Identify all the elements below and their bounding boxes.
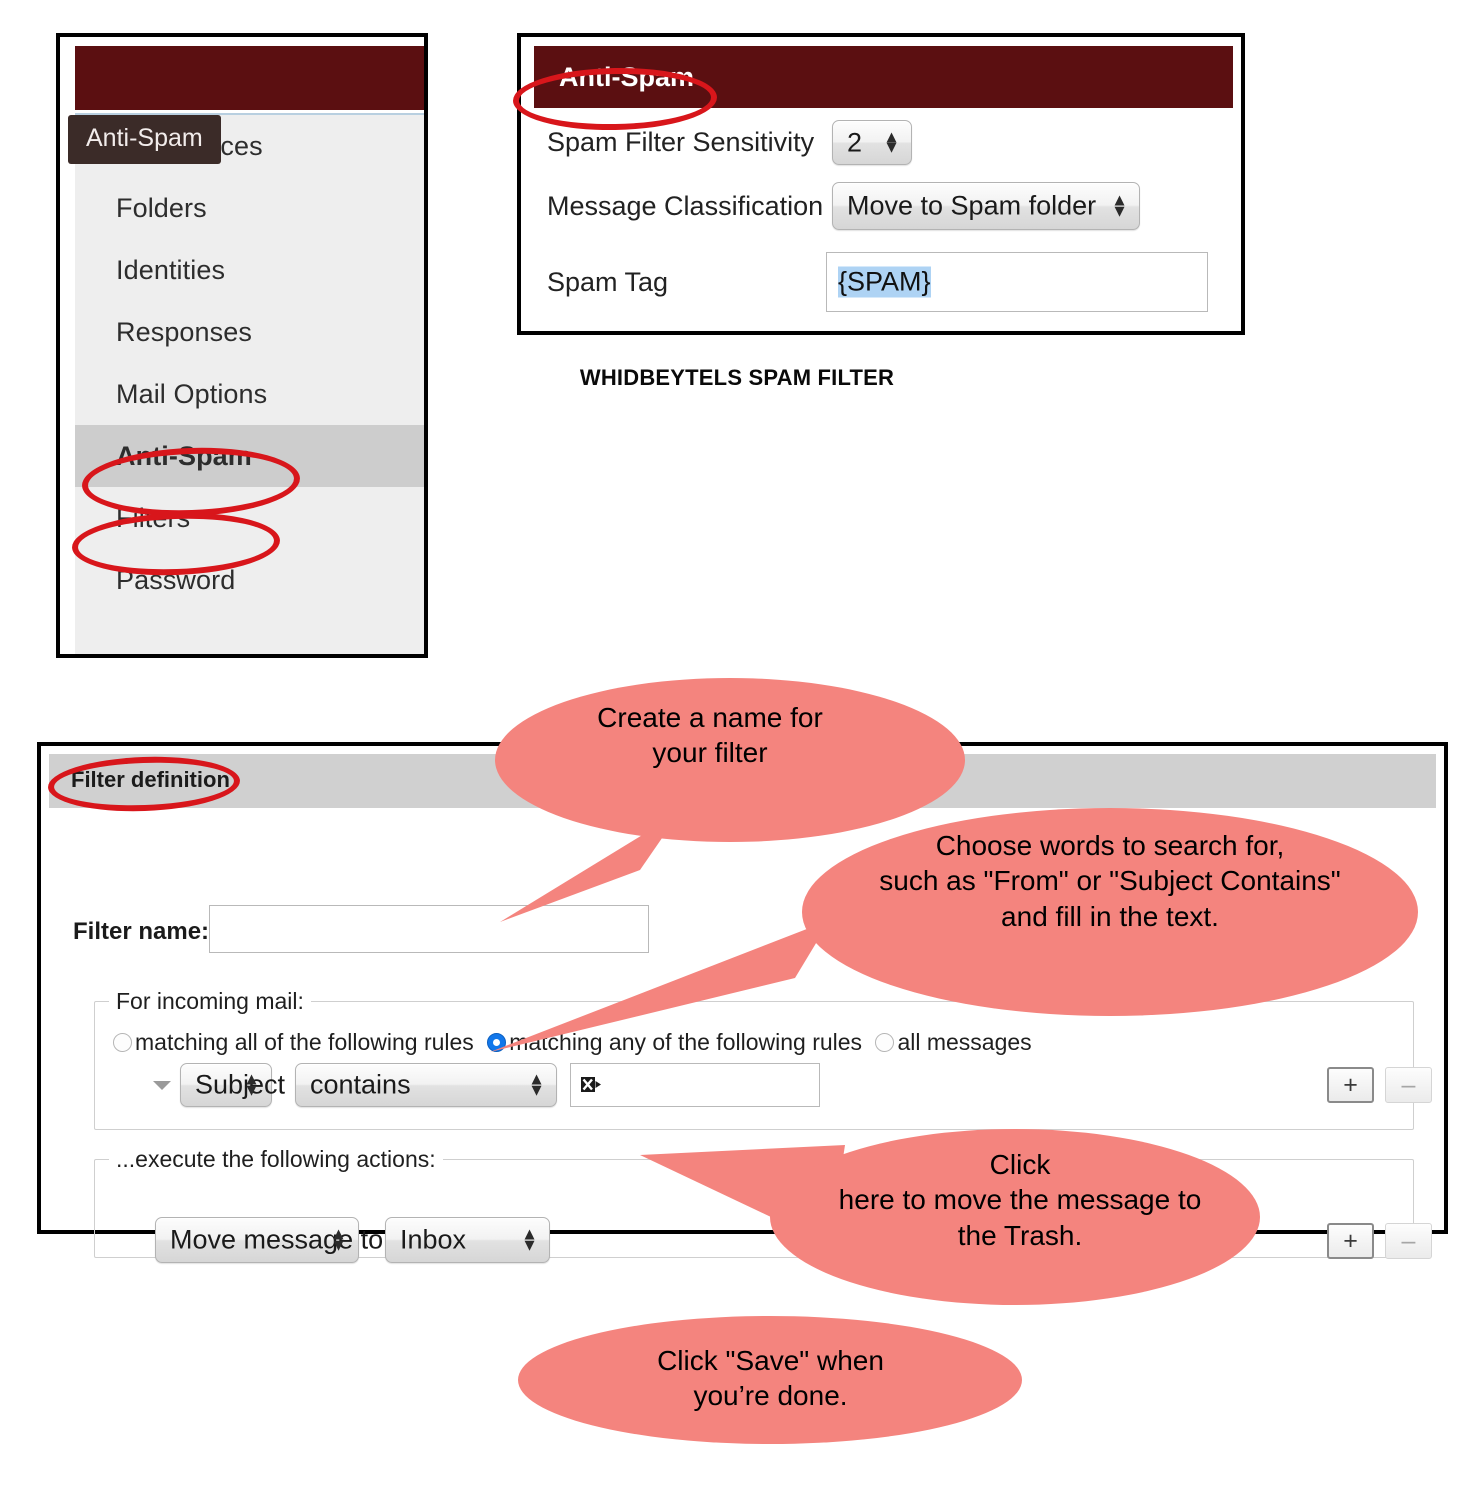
rule-field-select[interactable]: Subject ▲ ▼ — [180, 1063, 285, 1107]
broken-image-icon — [580, 1076, 601, 1093]
sidebar-item-label: Responses — [116, 317, 252, 347]
remove-action-button[interactable]: – — [1385, 1223, 1432, 1259]
sidebar-item-identities[interactable]: Identities — [75, 239, 424, 301]
message-classification-label: Message Classification — [547, 191, 824, 221]
message-classification-value: Move to Spam folder — [847, 190, 1097, 221]
anti-spam-tooltip: Anti-Spam — [68, 115, 221, 164]
action-target-value: Inbox — [400, 1224, 467, 1255]
callout-move-to-trash-text: Click here to move the message to the Tr… — [838, 1149, 1202, 1251]
action-target-select[interactable]: Inbox ▲ ▼ — [385, 1217, 550, 1263]
remove-rule-button[interactable]: – — [1385, 1067, 1432, 1103]
figure-caption: WHIDBEYTELS SPAM FILTER — [579, 365, 895, 390]
sidebar-item-label: Folders — [116, 193, 207, 223]
callout-save-text: Click "Save" when you’re done. — [657, 1345, 884, 1412]
stepper-arrows-icon: ▲ ▼ — [1111, 190, 1128, 220]
action-type-select[interactable]: Move message to ▲ ▼ — [155, 1217, 383, 1263]
sidebar-item-folders[interactable]: Folders — [75, 177, 424, 239]
action-type-value: Move message to — [170, 1224, 384, 1255]
radio-icon-match-all[interactable] — [113, 1033, 132, 1052]
stepper-arrows-icon: ▲ ▼ — [521, 1224, 538, 1254]
incoming-mail-legend: For incoming mail: — [116, 988, 304, 1014]
message-classification-select[interactable]: Move to Spam folder ▲ ▼ — [832, 182, 1140, 230]
spam-tag-label: Spam Tag — [547, 267, 669, 297]
spam-tag-input[interactable]: {SPAM} — [826, 252, 1208, 312]
sidebar-item-label: Identities — [116, 255, 226, 285]
stepper-arrows-icon: ▲ ▼ — [330, 1224, 347, 1254]
rule-row-buttons: + – — [1327, 1067, 1432, 1103]
radio-label-match-all: matching all of the following rules — [135, 1029, 474, 1055]
stepper-arrows-icon: ▲ ▼ — [243, 1069, 260, 1099]
radio-icon-match-any[interactable] — [487, 1033, 507, 1052]
sidebar-titlebar — [75, 46, 424, 110]
stepper-arrows-icon: ▲ ▼ — [528, 1069, 545, 1099]
callout-move-to-trash: Click here to move the message to the Tr… — [640, 1125, 1270, 1325]
rule-operator-value: contains — [310, 1069, 411, 1100]
rule-operator-select[interactable]: contains ▲ ▼ — [295, 1063, 557, 1107]
rule-collapse-caret-icon[interactable] — [153, 1081, 171, 1090]
filter-name-label: Filter name: — [73, 918, 210, 945]
callout-rule-words: Choose words to search for, such as "Fro… — [490, 800, 1420, 1060]
callout-save: Click "Save" when you’re done. — [518, 1315, 1023, 1485]
filter-name-input[interactable] — [209, 905, 649, 953]
rule-field-value: Subject — [195, 1069, 286, 1100]
sidebar-item-responses[interactable]: Responses — [75, 301, 424, 363]
actions-legend: ...execute the following actions: — [116, 1146, 436, 1172]
callout-rule-words-text: Choose words to search for, such as "Fro… — [879, 830, 1341, 932]
message-classification-row: Message Classification Move to Spam fold… — [534, 174, 1233, 238]
anti-spam-body: Spam Filter Sensitivity 2 ▲ ▼ Message Cla… — [534, 108, 1233, 331]
radio-option-match-all[interactable]: matching all of the following rules — [113, 1029, 474, 1056]
spam-tag-value: {SPAM} — [838, 266, 931, 298]
spam-sensitivity-value: 2 — [847, 127, 863, 157]
add-action-button[interactable]: + — [1327, 1223, 1374, 1259]
spam-sensitivity-select[interactable]: 2 ▲ ▼ — [832, 120, 912, 165]
stepper-arrows-icon: ▲ ▼ — [883, 126, 900, 157]
rule-value-input[interactable] — [570, 1063, 820, 1107]
spam-tag-row: Spam Tag {SPAM} — [534, 242, 1233, 322]
add-rule-button[interactable]: + — [1327, 1067, 1374, 1103]
action-row-buttons: + – — [1327, 1223, 1432, 1259]
callout-filter-name-text: Create a name for your filter — [597, 702, 823, 769]
